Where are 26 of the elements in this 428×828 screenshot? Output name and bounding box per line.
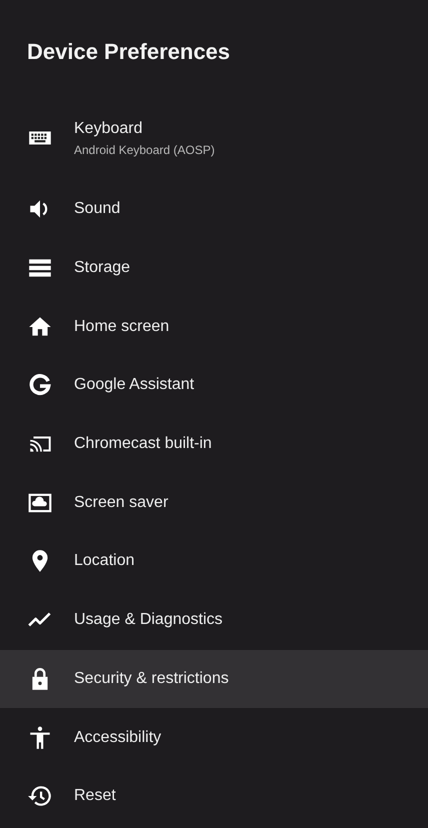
item-label: Reset	[74, 787, 116, 806]
settings-item[interactable]: Location	[0, 532, 428, 591]
item-label: Usage & Diagnostics	[74, 611, 223, 630]
item-label: Keyboard	[74, 120, 144, 138]
settings-item[interactable]: Accessibility	[0, 708, 428, 767]
item-label: Location	[74, 552, 134, 570]
settings-item[interactable]: Usage & Diagnostics	[0, 590, 428, 650]
item-label: Google Assistant	[74, 376, 194, 394]
settings-item[interactable]: Sound	[0, 180, 428, 239]
settings-item[interactable]: Reset	[0, 766, 428, 826]
item-subtitle: Android Keyboard (AOSP)	[74, 142, 215, 156]
page-title: Device Preferences	[27, 39, 230, 65]
settings-item[interactable]: Chromecast built-in	[0, 414, 428, 474]
settings-item[interactable]: Google Assistant	[0, 356, 428, 415]
item-label: Storage	[74, 259, 130, 278]
item-label: Home screen	[74, 318, 170, 336]
settings-item[interactable]: Home screen	[0, 297, 428, 356]
item-label: Sound	[74, 200, 120, 218]
settings-item[interactable]: Security & restrictions	[0, 650, 428, 708]
item-label: Security & restrictions	[74, 670, 229, 688]
settings-item[interactable]: Screen saver	[0, 473, 428, 532]
item-label: Accessibility	[74, 728, 162, 747]
item-label: Chromecast built-in	[74, 435, 212, 454]
item-label: Screen saver	[74, 494, 168, 512]
settings-item[interactable]: Keyboard Android Keyboard (AOSP)	[0, 100, 428, 180]
settings-item[interactable]: Storage	[0, 238, 428, 298]
